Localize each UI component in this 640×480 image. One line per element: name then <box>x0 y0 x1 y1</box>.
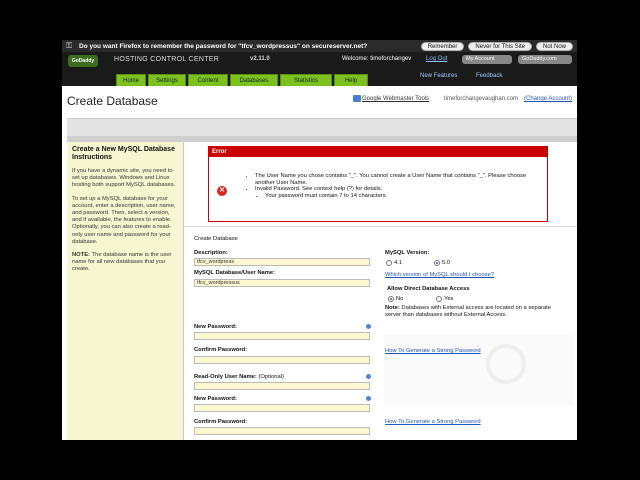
tab-statistics[interactable]: Statistics <box>280 74 332 86</box>
strong-password-link[interactable]: How To Generate a Strong Password <box>385 348 481 354</box>
sidebar-title: Create a New MySQL Database Instructions <box>72 146 175 161</box>
page-title: Create Database <box>67 94 158 108</box>
error-item: The User Name you chose contains "_". Yo… <box>255 173 539 186</box>
webmaster-tools-link[interactable]: Google Webmaster Tools <box>362 96 429 102</box>
new-password-input[interactable] <box>194 332 370 340</box>
direct-access-no-label: No <box>396 296 404 302</box>
direct-access-yes-radio[interactable] <box>436 296 442 302</box>
description-input[interactable]: tfcv_wordpress <box>194 258 370 266</box>
app-title: HOSTING CONTROL CENTER <box>114 56 220 63</box>
never-for-site-button[interactable]: Never for This Site <box>468 41 532 51</box>
form-section-title: Create Database <box>194 236 238 242</box>
version-41-label: 4.1 <box>394 260 403 266</box>
description-label: Description: <box>194 250 228 256</box>
which-version-link[interactable]: Which version of MySQL should I choose? <box>385 272 494 278</box>
key-icon: ⚿ <box>66 41 73 50</box>
direct-access-yes-label: Yes <box>444 296 454 302</box>
page-toolbar <box>67 118 577 136</box>
error-subitem: Your password must contain 7 to 14 chara… <box>265 193 539 200</box>
error-list: The User Name you chose contains "_". Yo… <box>249 173 539 199</box>
sidebar-paragraph: To set up a MySQL database for your acco… <box>72 195 176 245</box>
new-password-label: New Password: <box>194 324 237 330</box>
sidebar-paragraph: If you have a dynamic site, you need to … <box>72 168 176 189</box>
godaddy-logo[interactable]: GoDaddy <box>68 55 98 67</box>
feedback-link[interactable]: Feedback <box>476 73 502 79</box>
tab-content[interactable]: Content <box>188 74 228 86</box>
help-icon[interactable] <box>366 396 371 401</box>
db-user-input[interactable]: tfcv_wordpressus <box>194 279 370 287</box>
direct-access-note-text: Databases with External access are locat… <box>385 305 551 318</box>
webmaster-tools-icon <box>353 95 361 102</box>
godaddy-dropdown[interactable]: GoDaddy.com <box>518 55 572 64</box>
tab-settings[interactable]: Settings <box>148 74 186 86</box>
ro-new-password-label: New Password: <box>194 396 237 402</box>
ro-confirm-password-input[interactable] <box>194 427 370 435</box>
account-domain: timeforchangevaughan.com <box>444 96 519 102</box>
tab-databases[interactable]: Databases <box>230 74 278 86</box>
sidebar-note-label: NOTE: <box>72 252 91 259</box>
error-item: Invalid Password. See context help (?) f… <box>255 186 539 193</box>
tab-help[interactable]: Help <box>334 74 368 86</box>
version-50-label: 5.0 <box>442 260 451 266</box>
readonly-user-input[interactable] <box>194 382 370 390</box>
password-strength-panel <box>384 334 574 406</box>
welcome-text: Welcome: timeforchangev <box>342 56 412 62</box>
confirm-password-input[interactable] <box>194 356 370 364</box>
direct-access-no-radio[interactable] <box>388 296 394 302</box>
not-now-button[interactable]: Not Now <box>535 41 573 51</box>
error-heading: Error <box>209 147 547 157</box>
app-version: v2.11.0 <box>250 56 270 62</box>
change-account-link[interactable]: (Change Account) <box>524 96 572 102</box>
direct-access-note-label: Note: <box>385 305 400 311</box>
loading-spinner-icon <box>486 344 526 384</box>
new-features-link[interactable]: New Features <box>420 73 457 79</box>
db-user-label: MySQL Database/User Name: <box>194 270 276 276</box>
instructions-sidebar: Create a New MySQL Database Instructions… <box>67 142 184 440</box>
confirm-password-label: Confirm Password: <box>194 347 248 353</box>
ro-confirm-password-label: Confirm Password: <box>194 419 248 425</box>
ro-new-password-input[interactable] <box>194 404 370 412</box>
logout-link[interactable]: Log Out <box>426 56 447 62</box>
tab-home[interactable]: Home <box>116 74 146 86</box>
direct-access-note: Note: Databases with External access are… <box>385 305 560 318</box>
readonly-user-label-text: Read-Only User Name: <box>194 374 257 380</box>
version-41-radio[interactable] <box>386 260 392 266</box>
direct-access-label: Allow Direct Database Access <box>387 286 470 292</box>
error-icon: ✕ <box>217 186 227 196</box>
password-prompt-message: Do you want Firefox to remember the pass… <box>79 42 368 50</box>
help-icon[interactable] <box>366 324 371 329</box>
my-account-dropdown[interactable]: My Account <box>462 55 512 64</box>
sidebar-note: NOTE: The database name is the user name… <box>72 252 178 274</box>
version-50-radio[interactable] <box>434 260 440 266</box>
readonly-user-label: Read-Only User Name: (Optional) <box>194 374 284 380</box>
section-divider <box>184 226 577 227</box>
help-icon[interactable] <box>366 374 371 379</box>
mysql-version-label: MySQL Version: <box>385 250 430 256</box>
strong-password-link-readonly[interactable]: How To Generate a Strong Password <box>385 419 481 425</box>
remember-button[interactable]: Remember <box>420 41 465 51</box>
readonly-optional-text: (Optional) <box>258 374 284 380</box>
page-content: Create Database Google Webmaster Tools t… <box>62 86 577 440</box>
error-box: Error ✕ The User Name you chose contains… <box>208 146 548 222</box>
firefox-password-bar: ⚿ Do you want Firefox to remember the pa… <box>62 40 577 52</box>
